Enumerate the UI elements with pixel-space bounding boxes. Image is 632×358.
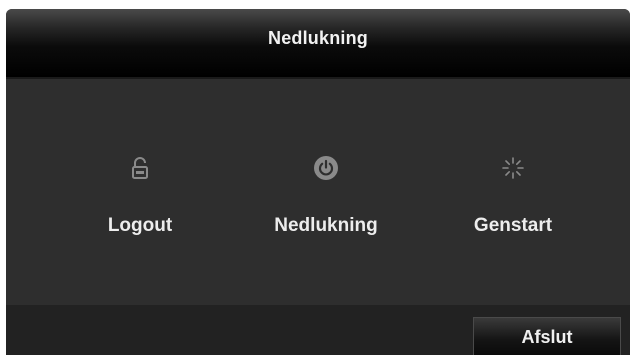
restart-spinner-icon (502, 157, 524, 179)
dialog-footer: Afslut (6, 305, 630, 355)
logout-label: Logout (107, 215, 173, 236)
restart-label: Genstart (473, 215, 553, 236)
logout-button[interactable]: Logout (65, 155, 215, 255)
dialog-content: Logout Nedlukning Genstart (6, 79, 630, 305)
restart-button[interactable]: Genstart (438, 155, 588, 255)
shutdown-label: Nedlukning (274, 215, 378, 236)
shutdown-button[interactable]: Nedlukning (251, 155, 401, 255)
power-icon (314, 156, 338, 180)
dialog-titlebar: Nedlukning (6, 9, 630, 79)
shutdown-dialog: Nedlukning Logout Nedlukning Genstart Af… (6, 9, 630, 355)
lock-icon (132, 157, 148, 179)
exit-button[interactable]: Afslut (473, 317, 621, 355)
dialog-title: Nedlukning (268, 28, 368, 48)
